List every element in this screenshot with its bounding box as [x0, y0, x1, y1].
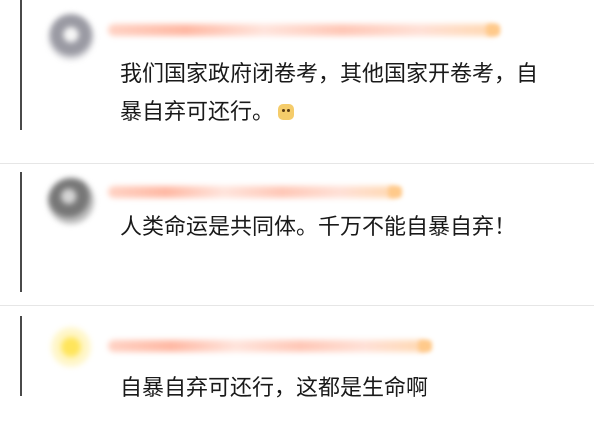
- comment-text: 我们国家政府闭卷考，其他国家开卷考，自暴自弃可还行。: [120, 56, 558, 132]
- user-badge-icon: [388, 186, 402, 198]
- comment-text: 自暴自弃可还行，这都是生命啊: [120, 376, 429, 401]
- user-badge-icon: [486, 24, 500, 36]
- comment-text: 人类命运是共同体。千万不能自暴自弃！: [120, 215, 517, 240]
- user-badge-icon: [418, 340, 432, 352]
- avatar[interactable]: [48, 178, 94, 224]
- comment-item: 我们国家政府闭卷考，其他国家开卷考，自暴自弃可还行。: [0, 0, 594, 162]
- comment-item: 人类命运是共同体。千万不能自暴自弃！: [0, 163, 594, 304]
- username-blurred[interactable]: [108, 186, 398, 198]
- thread-indicator-bar: [20, 172, 22, 292]
- doge-emoji-icon: [278, 104, 295, 120]
- avatar[interactable]: [48, 324, 94, 370]
- comment-item: 自暴自弃可还行，这都是生命啊: [0, 305, 594, 432]
- thread-indicator-bar: [20, 316, 22, 396]
- username-blurred[interactable]: [108, 24, 498, 36]
- username-blurred[interactable]: [108, 340, 428, 352]
- avatar[interactable]: [48, 14, 94, 60]
- comment-text-content: 我们国家政府闭卷考，其他国家开卷考，自暴自弃可还行。: [120, 62, 539, 125]
- thread-indicator-bar: [20, 0, 22, 130]
